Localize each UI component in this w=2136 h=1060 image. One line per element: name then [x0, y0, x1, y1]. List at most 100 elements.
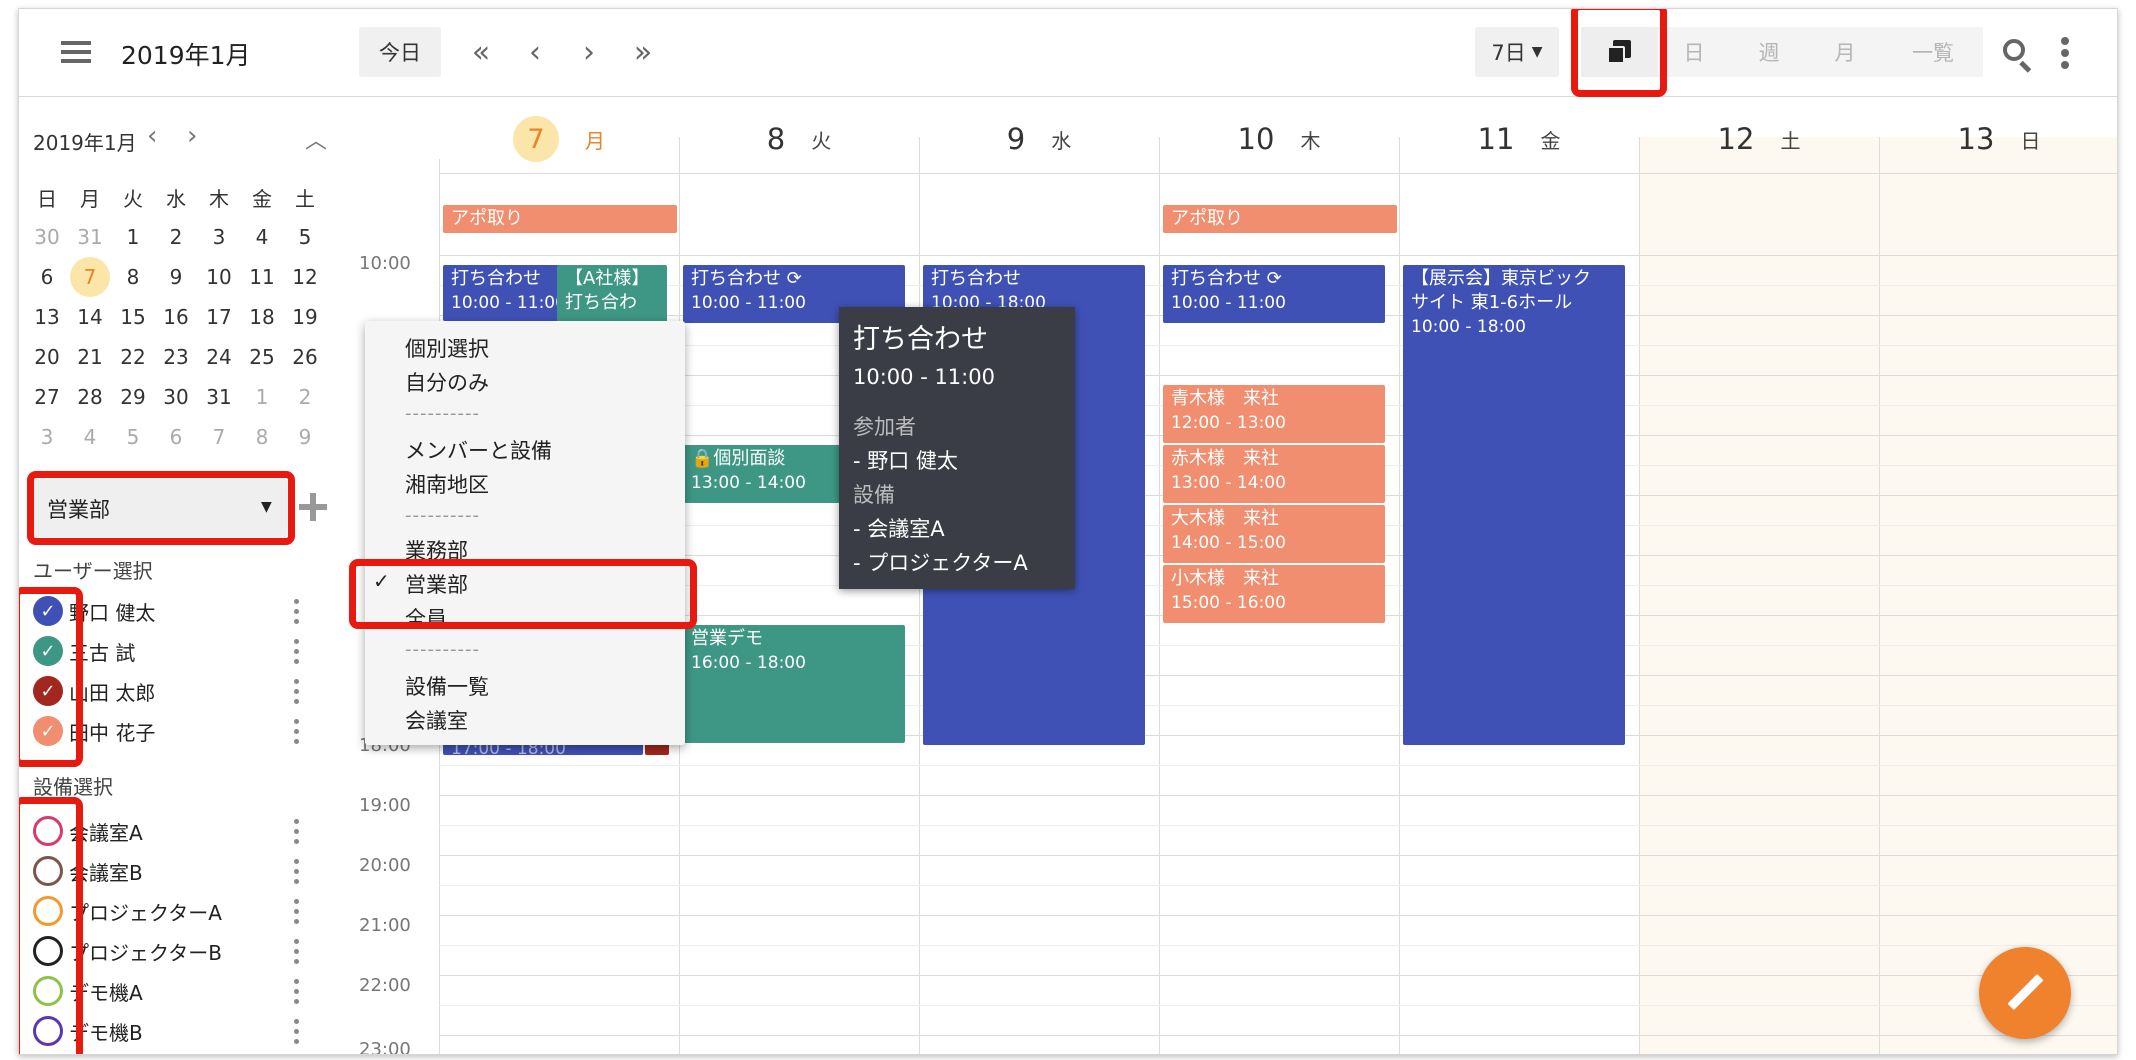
more-vertical-icon[interactable] — [291, 857, 301, 885]
mini-day[interactable]: 14 — [70, 297, 110, 337]
dropdown-item[interactable]: メンバーと設備 — [405, 435, 552, 465]
mini-day[interactable]: 27 — [27, 377, 67, 417]
search-icon[interactable] — [2001, 37, 2035, 73]
more-vertical-icon[interactable] — [291, 637, 301, 665]
mini-day[interactable]: 9 — [156, 257, 196, 297]
calendar-event[interactable]: 青木様 来社 12:00 - 13:00 — [1163, 385, 1385, 443]
mini-day[interactable]: 12 — [285, 257, 325, 297]
prev-icon[interactable]: ‹ — [513, 27, 557, 77]
prev-prev-icon[interactable]: « — [459, 27, 503, 77]
mini-day[interactable]: 31 — [70, 217, 110, 257]
mini-day[interactable]: 13 — [27, 297, 67, 337]
day-header[interactable]: 10 木 — [1159, 117, 1399, 161]
mini-day[interactable]: 3 — [27, 417, 67, 457]
highlight-equipment-checks — [19, 797, 83, 1054]
hamburger-menu-icon[interactable] — [61, 39, 91, 65]
mini-day[interactable]: 4 — [70, 417, 110, 457]
mini-day[interactable]: 10 — [199, 257, 239, 297]
mini-prev-icon[interactable]: ‹ — [147, 121, 157, 151]
mini-day[interactable]: 31 — [199, 377, 239, 417]
mini-day[interactable]: 5 — [285, 217, 325, 257]
view-month-button[interactable]: 月 — [1807, 27, 1883, 77]
day-number-today: 7 — [513, 116, 559, 162]
day-header[interactable]: 11 金 — [1399, 117, 1639, 161]
mini-day[interactable]: 5 — [113, 417, 153, 457]
mini-day[interactable]: 4 — [242, 217, 282, 257]
next-icon[interactable]: › — [567, 27, 611, 77]
mini-day[interactable]: 1 — [242, 377, 282, 417]
calendar-event[interactable]: 打ち合わせ ⟳ 10:00 - 11:00 — [1163, 265, 1385, 323]
dropdown-separator: ---------- — [405, 505, 480, 526]
mini-day[interactable]: 6 — [27, 257, 67, 297]
mini-day[interactable]: 30 — [27, 217, 67, 257]
view-day-button[interactable]: 日 — [1657, 27, 1731, 77]
range-select[interactable]: 7日 ▼ — [1475, 27, 1559, 77]
dropdown-item[interactable]: 湘南地区 — [405, 469, 489, 499]
mini-day[interactable]: 26 — [285, 337, 325, 377]
dropdown-item[interactable]: 自分のみ — [405, 367, 489, 397]
mini-day[interactable]: 28 — [70, 377, 110, 417]
mini-day[interactable]: 18 — [242, 297, 282, 337]
today-button[interactable]: 今日 — [359, 27, 441, 77]
calendar-event[interactable]: 赤木様 来社 13:00 - 14:00 — [1163, 445, 1385, 503]
mini-day[interactable]: 3 — [199, 217, 239, 257]
more-vertical-icon[interactable] — [291, 1017, 301, 1045]
mini-day[interactable]: 20 — [27, 337, 67, 377]
next-next-icon[interactable]: » — [621, 27, 665, 77]
mini-day[interactable]: 25 — [242, 337, 282, 377]
calendar-event[interactable]: 小木様 来社 15:00 - 16:00 — [1163, 565, 1385, 623]
allday-event[interactable]: アポ取り — [443, 205, 677, 233]
mini-collapse-icon[interactable]: ︿ — [305, 123, 327, 155]
mini-weekday: 日 — [37, 186, 57, 211]
day-header[interactable]: 12 土 — [1639, 117, 1879, 161]
mini-day[interactable]: 8 — [113, 257, 153, 297]
day-header[interactable]: 7 月 — [439, 116, 679, 162]
mini-day[interactable]: 9 — [285, 417, 325, 457]
day-header[interactable]: 8火 — [679, 117, 919, 161]
mini-day[interactable]: 1 — [113, 217, 153, 257]
view-week-button[interactable]: 週 — [1731, 27, 1807, 77]
day-header[interactable]: 13 日 — [1879, 117, 2117, 161]
mini-day[interactable]: 7 — [199, 417, 239, 457]
mini-day[interactable]: 29 — [113, 377, 153, 417]
mini-day[interactable]: 24 — [199, 337, 239, 377]
mini-day[interactable]: 11 — [242, 257, 282, 297]
mini-day[interactable]: 19 — [285, 297, 325, 337]
dropdown-item[interactable]: 個別選択 — [405, 333, 489, 363]
more-vertical-icon[interactable] — [291, 717, 301, 745]
more-vertical-icon[interactable] — [291, 597, 301, 625]
allday-event[interactable]: アポ取り — [1163, 205, 1397, 233]
mini-day[interactable]: 16 — [156, 297, 196, 337]
mini-day[interactable]: 30 — [156, 377, 196, 417]
half-hour-line — [439, 885, 2117, 886]
dropdown-item[interactable]: 会議室 — [405, 705, 468, 735]
mini-day[interactable]: 22 — [113, 337, 153, 377]
more-vertical-icon[interactable] — [291, 977, 301, 1005]
mini-day[interactable]: 6 — [156, 417, 196, 457]
calendar-event[interactable]: 大木様 来社 14:00 - 15:00 — [1163, 505, 1385, 563]
mini-next-icon[interactable]: › — [187, 121, 197, 151]
create-event-button[interactable] — [1979, 947, 2071, 1039]
mini-day-today[interactable]: 7 — [70, 257, 110, 297]
mini-day[interactable]: 17 — [199, 297, 239, 337]
more-vertical-icon[interactable] — [291, 677, 301, 705]
calendar-event[interactable]: 【展示会】東京ビック サイト 東1-6ホール 10:00 - 18:00 — [1403, 265, 1625, 745]
add-group-icon[interactable] — [299, 493, 327, 521]
more-vertical-icon[interactable] — [291, 897, 301, 925]
mini-day[interactable]: 15 — [113, 297, 153, 337]
mini-day[interactable]: 23 — [156, 337, 196, 377]
repeat-icon: ⟳ — [1266, 268, 1282, 289]
more-vertical-icon[interactable] — [291, 937, 301, 965]
view-list-button[interactable]: 一覧 — [1883, 27, 1983, 77]
calendar-event[interactable]: 【A社様】 打ち合わ — [557, 265, 667, 327]
day-header[interactable]: 9水 — [919, 117, 1159, 161]
mini-day[interactable]: 2 — [285, 377, 325, 417]
mini-day[interactable]: 2 — [156, 217, 196, 257]
day-weekday: 土 — [1780, 128, 1801, 153]
calendar-event[interactable]: 営業デモ 16:00 - 18:00 — [683, 625, 905, 743]
more-vertical-icon[interactable] — [291, 817, 301, 845]
dropdown-item[interactable]: 設備一覧 — [405, 671, 489, 701]
more-vertical-icon[interactable] — [2059, 35, 2071, 71]
mini-day[interactable]: 8 — [242, 417, 282, 457]
mini-day[interactable]: 21 — [70, 337, 110, 377]
